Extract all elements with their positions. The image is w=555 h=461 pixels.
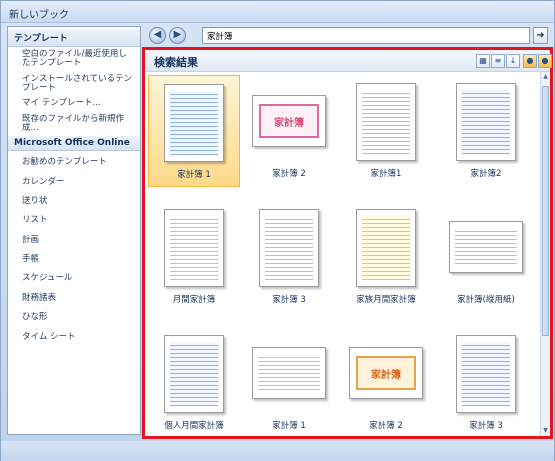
template-tile[interactable]: 家計簿 家計簿 2: [340, 327, 432, 439]
template-tile[interactable]: 家計簿 3: [243, 201, 335, 313]
template-label: 家計簿 3: [272, 295, 306, 305]
template-tile[interactable]: 個人月間家計簿: [148, 327, 240, 439]
back-arrow-icon[interactable]: ◀: [149, 27, 166, 44]
results-header: 検索結果 ▦ ≡ ↓ ● ●: [145, 50, 552, 72]
template-tile[interactable]: 家計簿 1: [243, 327, 335, 439]
sidebar-item-planners[interactable]: 手帳: [8, 250, 140, 269]
sort-icon[interactable]: ≡: [491, 54, 505, 68]
scroll-thumb[interactable]: [542, 86, 549, 336]
dialog-footer: [1, 441, 554, 461]
sidebar-item-installed[interactable]: インストールされているテンプレート: [8, 72, 140, 97]
template-label: 家計簿1: [370, 169, 402, 179]
go-arrow-icon[interactable]: ➜: [533, 27, 548, 44]
template-tile[interactable]: 家計簿2: [440, 75, 532, 187]
sidebar-item-my-templates[interactable]: マイ テンプレート...: [8, 96, 140, 111]
template-tile[interactable]: 家計簿 1: [148, 75, 240, 187]
view-icon[interactable]: ▦: [476, 54, 490, 68]
template-thumbnail: [449, 221, 523, 273]
template-thumbnail: [356, 83, 416, 161]
template-thumbnail: [252, 347, 326, 399]
template-label: 家計簿 1: [272, 421, 306, 431]
sidebar-header-office-online: Microsoft Office Online: [8, 136, 140, 152]
template-label: 家族月間家計簿: [356, 295, 416, 305]
template-thumbnail: [356, 209, 416, 287]
sidebar-item-calendars[interactable]: カレンダー: [8, 173, 140, 192]
sidebar-item-lists[interactable]: リスト: [8, 211, 140, 230]
scroll-down-icon[interactable]: ▼: [541, 426, 550, 436]
sidebar-item-invoices[interactable]: 送り状: [8, 192, 140, 211]
template-label: 家計簿 2: [272, 169, 306, 179]
template-label: 月間家計簿: [172, 295, 216, 305]
navigation-bar: ◀ ▶ ➜: [145, 26, 549, 46]
template-thumbnail: [164, 335, 224, 413]
window-title: 新しいブック: [1, 1, 554, 23]
sidebar-item-forms[interactable]: ひな形: [8, 308, 140, 327]
scroll-up-icon[interactable]: ▲: [541, 72, 550, 82]
template-tile[interactable]: 家計簿 家計簿 2: [243, 75, 335, 187]
user-group-icon[interactable]: ●: [538, 54, 552, 68]
template-tile[interactable]: 月間家計簿: [148, 201, 240, 313]
sidebar-item-financial-statements[interactable]: 財務諸表: [8, 289, 140, 308]
template-tile[interactable]: 家計簿1: [340, 75, 432, 187]
sidebar-item-schedules[interactable]: スケジュール: [8, 269, 140, 288]
new-workbook-dialog: 新しいブック テンプレート 空白のファイル/最近使用したテンプレート インストー…: [0, 0, 555, 461]
template-thumbnail: [456, 83, 516, 161]
forward-arrow-icon[interactable]: ▶: [169, 27, 186, 44]
template-cover-text: 家計簿: [259, 104, 319, 138]
results-scrollbar[interactable]: ▲ ▼: [540, 72, 550, 436]
template-label: 家計簿(縦用紙): [457, 295, 515, 305]
template-tile[interactable]: 家計簿 3: [440, 327, 532, 439]
template-label: 家計簿 3: [469, 421, 503, 431]
template-tile[interactable]: 家族月間家計簿: [340, 201, 432, 313]
results-title: 検索結果: [154, 56, 198, 69]
sidebar-item-featured[interactable]: お勧めのテンプレート: [8, 153, 140, 172]
template-sidebar: テンプレート 空白のファイル/最近使用したテンプレート インストールされているテ…: [7, 26, 141, 435]
sidebar-item-blank-recent[interactable]: 空白のファイル/最近使用したテンプレート: [8, 47, 140, 72]
template-label: 家計簿 1: [177, 170, 211, 180]
sidebar-item-plans[interactable]: 計画: [8, 231, 140, 250]
template-tile[interactable]: 家計簿(縦用紙): [440, 201, 532, 313]
template-thumbnail: [259, 209, 319, 287]
template-label: 家計簿 2: [369, 421, 403, 431]
template-thumbnail: [456, 335, 516, 413]
sort-az-icon[interactable]: ↓: [506, 54, 520, 68]
template-thumbnail: 家計簿: [252, 95, 326, 147]
template-label: 家計簿2: [470, 169, 502, 179]
template-label: 個人月間家計簿: [164, 421, 224, 431]
template-thumbnail: 家計簿: [349, 347, 423, 399]
user-icon[interactable]: ●: [523, 54, 537, 68]
sidebar-item-from-existing[interactable]: 既存のファイルから新規作成...: [8, 112, 140, 137]
sidebar-item-time-sheets[interactable]: タイム シート: [8, 328, 140, 347]
template-thumbnail: [164, 209, 224, 287]
template-thumbnail: [164, 84, 224, 162]
template-cover-text: 家計簿: [356, 356, 416, 390]
template-grid: 家計簿 1 家計簿 家計簿 2 家計簿1 家計簿2 月間家計簿 家計簿 3 家族…: [145, 73, 540, 435]
template-search-input[interactable]: [202, 27, 530, 44]
sidebar-header-templates: テンプレート: [8, 29, 140, 47]
search-results-pane: 検索結果 ▦ ≡ ↓ ● ● 家計簿 1 家計簿 家計簿 2 家計簿1 家計簿2…: [142, 47, 553, 439]
